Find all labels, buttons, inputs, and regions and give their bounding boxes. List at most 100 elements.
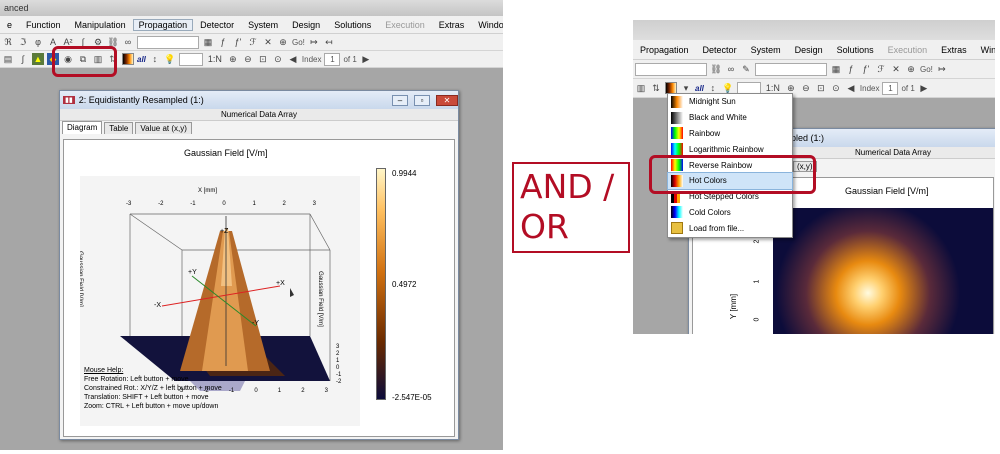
menu-system[interactable]: System [241,20,285,30]
sort-icon[interactable]: ⇅ [650,82,662,94]
color-table-icon[interactable] [122,53,134,65]
view-icon[interactable]: ▤ [2,53,14,65]
f-icon[interactable]: ƒ [845,63,857,75]
value-combo[interactable] [755,62,827,76]
tab-value-at[interactable]: Value at (x,y) [135,122,192,134]
tick: 0 [336,365,340,371]
phase-icon[interactable]: φ [32,36,44,48]
all-button[interactable]: all [137,55,146,64]
menu-detector[interactable]: Detector [193,20,241,30]
mouse-help-line: Free Rotation: Left button + move [84,376,189,383]
dropdown-item-rainbow[interactable]: Rainbow [668,126,792,142]
link-icon[interactable]: ∞ [122,36,134,48]
menu-manipulation[interactable]: Manipulation [68,20,133,30]
all-button[interactable]: all [695,84,704,93]
menu-design[interactable]: Design [788,45,830,55]
ratio-icon[interactable]: 1:N [206,53,224,65]
dropdown-item-load-from-file[interactable]: Load from file... [668,220,792,236]
menu-design[interactable]: Design [285,20,327,30]
tick: 2 [282,201,286,207]
zoom-out-icon[interactable]: ⊖ [242,53,254,65]
stack-icon[interactable]: ▥ [635,82,647,94]
field-image [773,208,993,334]
menu-bar: e Function Manipulation Propagation Dete… [0,16,503,34]
menu-item[interactable]: e [0,20,19,30]
minimize-button[interactable]: – [392,94,408,106]
menu-extras[interactable]: Extras [934,45,974,55]
menu-execution[interactable]: Execution [378,20,432,30]
menu-solutions[interactable]: Solutions [327,20,378,30]
menu-execution[interactable]: Execution [881,45,935,55]
f-icon[interactable]: ƒ [217,36,229,48]
x-axis-label: X [mm] [198,188,217,194]
go-button[interactable]: Go! [292,38,305,47]
x-icon[interactable]: ✕ [890,63,902,75]
close-button[interactable]: ✕ [436,94,458,106]
chain-icon[interactable]: ⛓ [710,63,722,75]
im-icon[interactable]: ℑ [17,36,29,48]
menu-detector[interactable]: Detector [696,45,744,55]
menu-solutions[interactable]: Solutions [830,45,881,55]
tick: 0 [222,201,226,207]
next-icon[interactable]: ▶ [360,53,372,65]
index-field[interactable]: 1 [882,81,899,95]
go-button[interactable]: Go! [920,65,933,74]
zoom-fit-icon[interactable]: ⊡ [257,53,269,65]
go-icon[interactable]: ⊕ [277,36,289,48]
link-icon[interactable]: ∞ [725,63,737,75]
zoom-fit-icon[interactable]: ⊡ [815,82,827,94]
index-field[interactable]: 1 [324,52,341,66]
edit-icon[interactable]: ✎ [740,63,752,75]
cold-colors-swatch-icon [671,206,683,219]
transform-icon[interactable]: ℱ [247,36,259,48]
tick: -1 [190,201,196,207]
scale-icon[interactable]: ↕ [149,53,161,65]
arrows-icon[interactable]: ↦ [936,63,948,75]
bulb-icon[interactable]: 💡 [164,53,176,65]
document-subtitle: Numerical Data Array [60,109,458,121]
top-ticks: -3 -2 -1 0 1 2 3 [126,201,316,207]
zoom-100-icon[interactable]: ⊙ [830,82,842,94]
3d-plot[interactable]: X [mm] -3 -2 -1 0 1 2 3 -3 -2 -1 0 1 2 3 3 2 1 0 -1 -2 Ga… [80,176,360,426]
next-icon[interactable]: ▶ [918,82,930,94]
dropdown-item-black-and-white[interactable]: Black and White [668,110,792,126]
zoom-in-icon[interactable]: ⊕ [227,53,239,65]
value-combo[interactable] [178,52,203,66]
menu-window[interactable]: Window [974,45,995,55]
arrows-icon[interactable]: ↦ [308,36,320,48]
transform-icon[interactable]: ℱ [875,63,887,75]
f-prime-icon[interactable]: ƒ' [860,63,872,75]
prev-icon[interactable]: ◀ [845,82,857,94]
x-icon[interactable]: ✕ [262,36,274,48]
menu-system[interactable]: System [744,45,788,55]
menu-extras[interactable]: Extras [432,20,472,30]
dropdown-item-midnight-sun[interactable]: Midnight Sun [668,94,792,110]
parameter-combo[interactable] [137,35,199,49]
re-icon[interactable]: ℜ [2,36,14,48]
maximize-button[interactable]: ▫ [414,94,430,106]
tick: 0 [254,388,258,394]
f-prime-icon[interactable]: ƒ' [232,36,244,48]
menu-window[interactable]: Window [471,20,503,30]
menu-propagation[interactable]: Propagation [132,18,194,31]
zoom-100-icon[interactable]: ⊙ [272,53,284,65]
dropdown-item-cold-colors[interactable]: Cold Colors [668,205,792,221]
grid-icon[interactable]: ▦ [830,63,842,75]
tab-table[interactable]: Table [104,122,134,134]
log-rainbow-swatch-icon [671,143,683,156]
surface-plot-icon[interactable]: ▲ [32,53,44,65]
parameter-combo[interactable] [635,62,707,76]
menu-propagation[interactable]: Propagation [633,45,696,55]
and-or-box: AND / OR [512,162,630,253]
mouse-cursor-icon [290,288,294,297]
menu-function[interactable]: Function [19,20,68,30]
grid-icon[interactable]: ▦ [202,36,214,48]
zoom-out-icon[interactable]: ⊖ [800,82,812,94]
tick: -2 [336,379,342,385]
arrows2-icon[interactable]: ↤ [323,36,335,48]
document-tabs: Diagram Table Value at (x,y) [60,121,458,134]
go-icon[interactable]: ⊕ [905,63,917,75]
curve-icon[interactable]: ∫ [17,53,29,65]
tab-diagram[interactable]: Diagram [62,121,103,134]
prev-icon[interactable]: ◀ [287,53,299,65]
